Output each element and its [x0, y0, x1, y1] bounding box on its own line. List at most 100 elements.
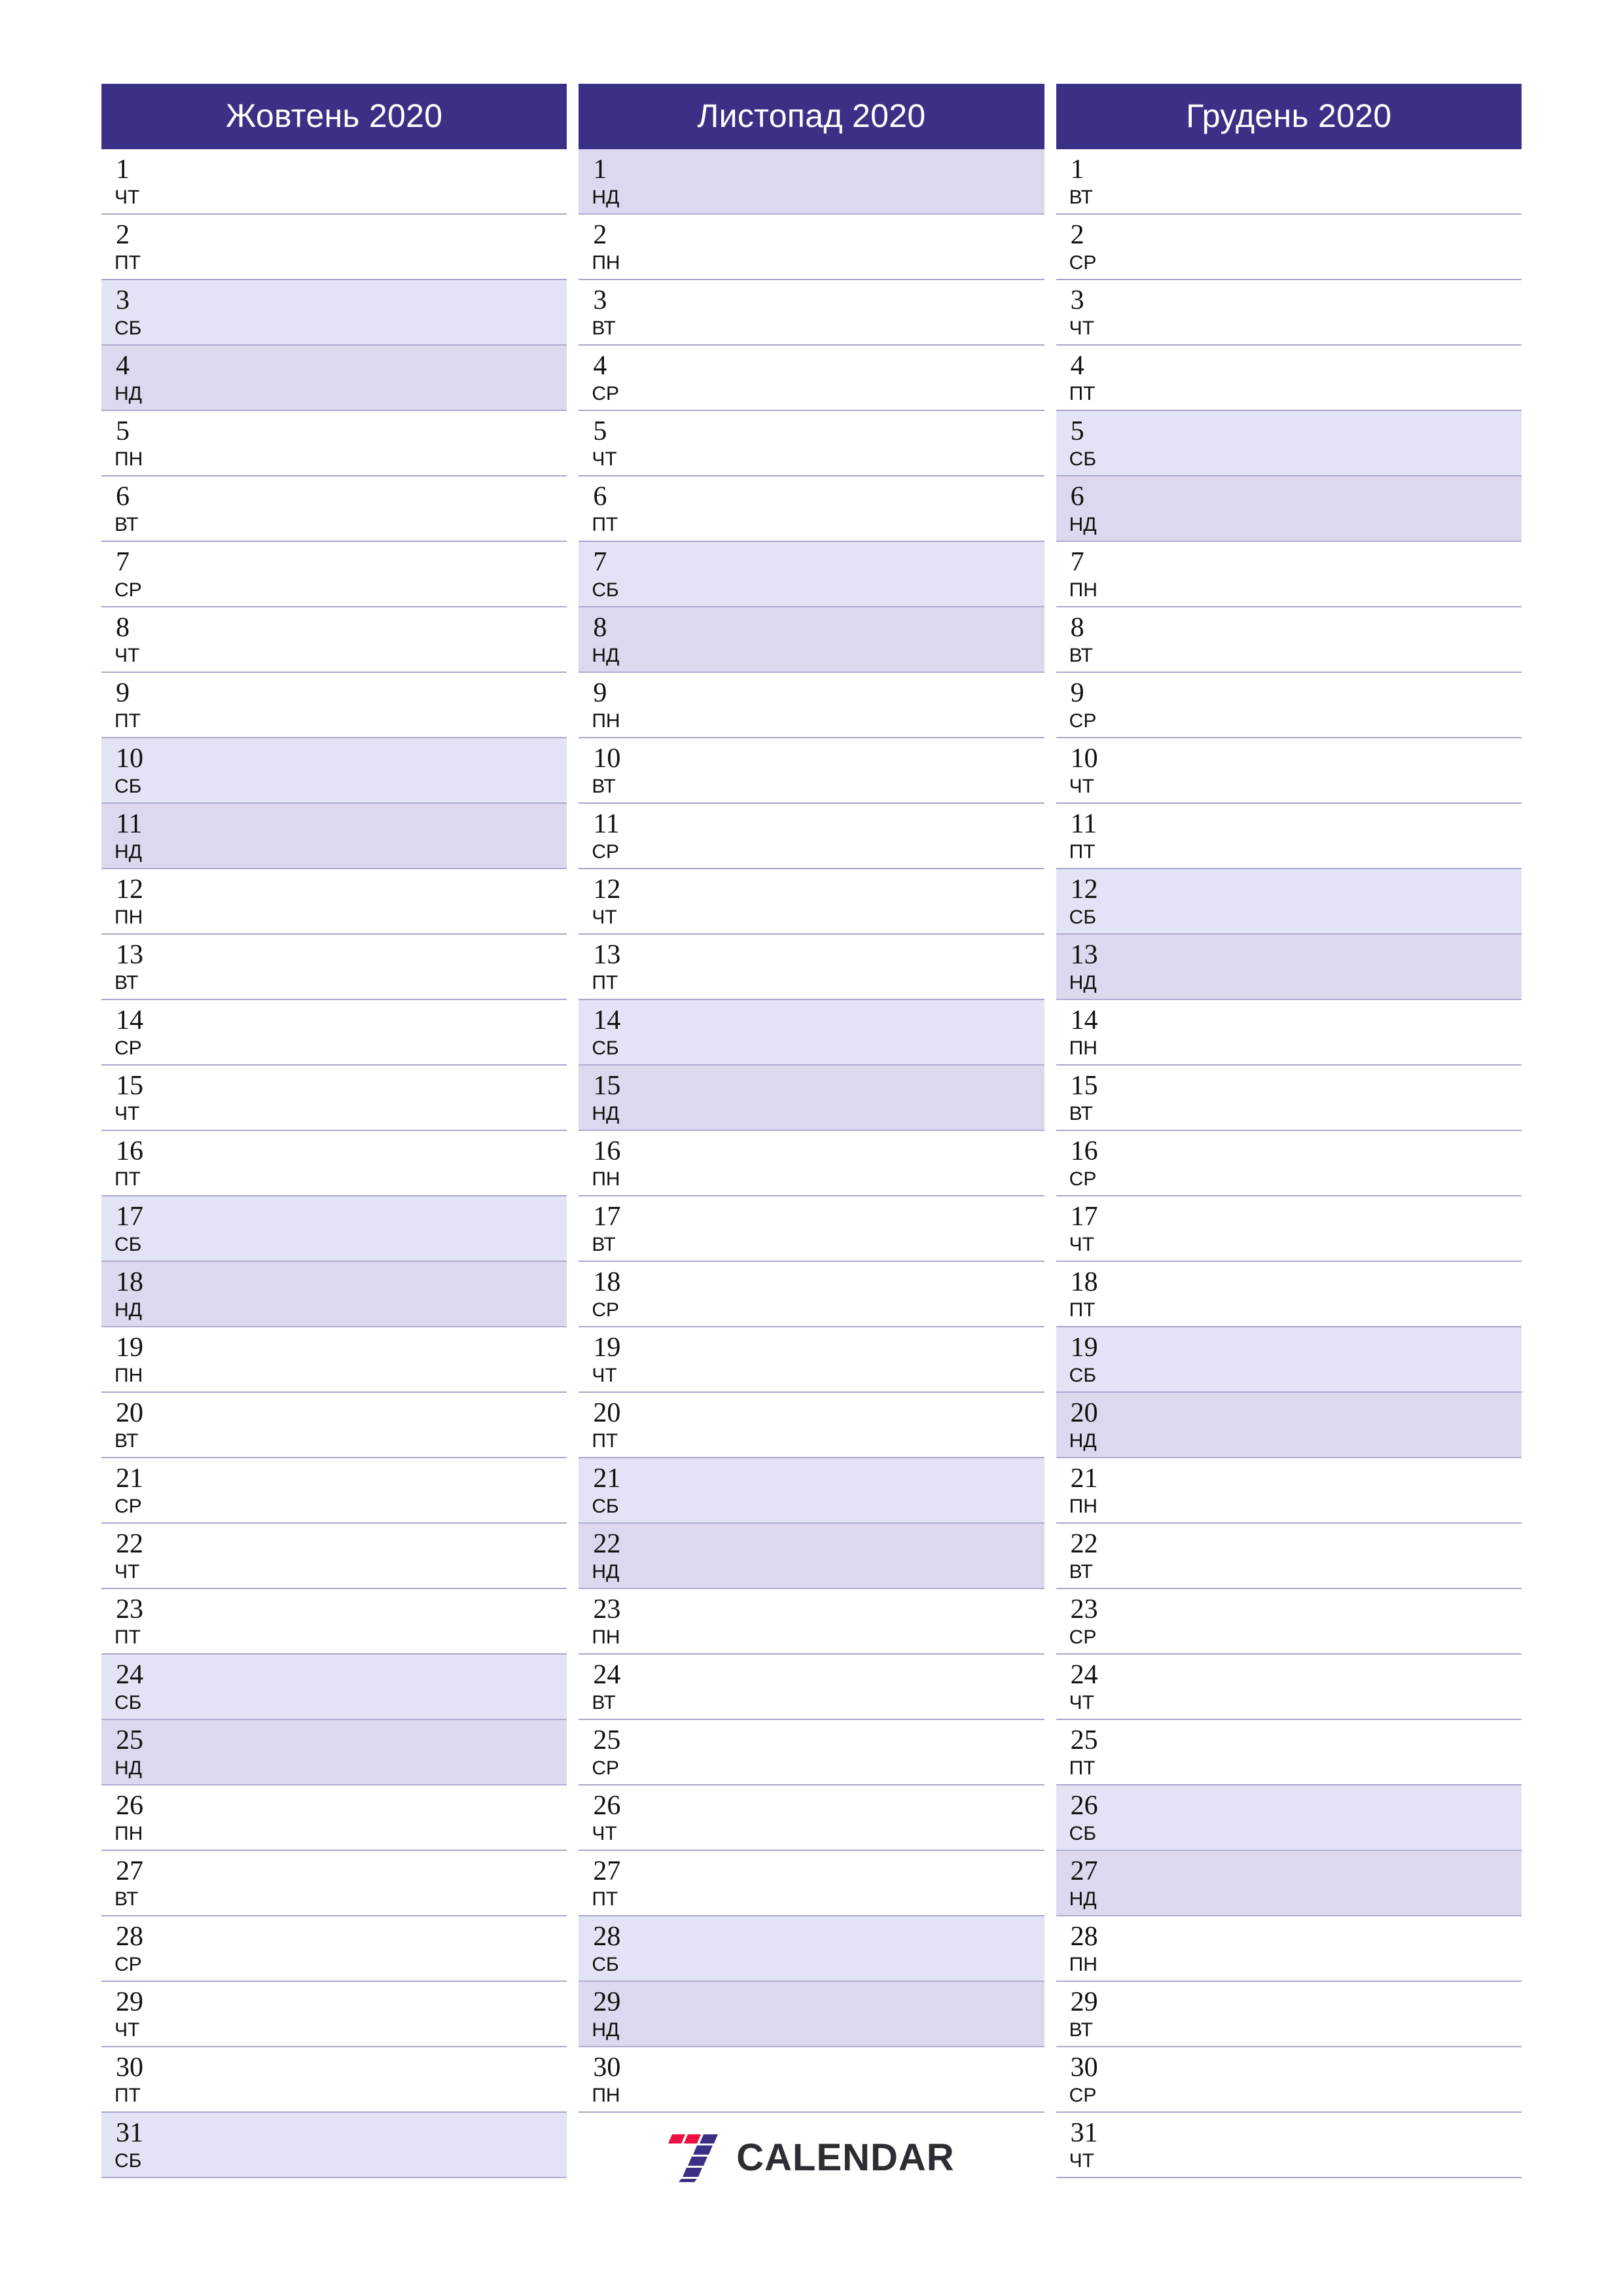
day-row[interactable]: 7 СБ	[579, 542, 1044, 607]
day-row[interactable]: 25 НД	[101, 1720, 567, 1785]
day-row[interactable]: 1 ВТ	[1056, 149, 1522, 215]
day-row[interactable]: 26 ЧТ	[579, 1785, 1044, 1851]
day-row[interactable]: 7 СР	[101, 542, 567, 607]
day-row[interactable]: 25 ПТ	[1056, 1720, 1522, 1785]
day-row[interactable]: 5 ПН	[101, 411, 567, 476]
day-of-week-label: ЧТ	[115, 1103, 140, 1124]
day-row[interactable]: 1 ЧТ	[101, 149, 567, 215]
day-row[interactable]: 6 ВТ	[101, 476, 567, 542]
day-row[interactable]: 28 СР	[101, 1916, 567, 1982]
day-row[interactable]: 27 НД	[1056, 1851, 1522, 1916]
day-row[interactable]: 15 ВТ	[1056, 1066, 1522, 1131]
day-row[interactable]: 23 СР	[1056, 1589, 1522, 1655]
day-row[interactable]: 27 ВТ	[101, 1851, 567, 1916]
day-row[interactable]: 22 ВТ	[1056, 1524, 1522, 1589]
day-row[interactable]: 29 ЧТ	[101, 1982, 567, 2047]
day-row[interactable]: 26 ПН	[101, 1785, 567, 1851]
day-number: 23	[593, 1594, 621, 1624]
day-row[interactable]: 17 ВТ	[579, 1196, 1044, 1262]
day-row[interactable]: 9 СР	[1056, 673, 1522, 738]
day-row[interactable]: 9 ПН	[579, 673, 1044, 738]
day-row[interactable]: 17 СБ	[101, 1196, 567, 1262]
day-row[interactable]: 8 ВТ	[1056, 607, 1522, 673]
day-row[interactable]: 31 СБ	[101, 2113, 567, 2178]
day-number: 5	[116, 416, 130, 446]
day-row[interactable]: 6 ПТ	[579, 476, 1044, 542]
day-number: 6	[116, 482, 130, 512]
day-row[interactable]: 15 ЧТ	[101, 1066, 567, 1131]
day-of-week-label: ВТ	[1069, 2019, 1093, 2041]
day-row[interactable]: 14 СР	[101, 1000, 567, 1066]
day-row[interactable]: 23 ПТ	[101, 1589, 567, 1655]
day-row[interactable]: 19 ПН	[101, 1327, 567, 1393]
day-row[interactable]: 24 СБ	[101, 1655, 567, 1720]
day-row[interactable]: 3 ЧТ	[1056, 280, 1522, 346]
day-row[interactable]: 20 ВТ	[101, 1393, 567, 1458]
day-row[interactable]: 10 ЧТ	[1056, 738, 1522, 804]
day-row[interactable]: 28 СБ	[579, 1916, 1044, 1982]
day-row[interactable]: 26 СБ	[1056, 1785, 1522, 1851]
day-row[interactable]: 12 СБ	[1056, 869, 1522, 935]
day-row[interactable]: 18 ПТ	[1056, 1262, 1522, 1327]
day-row[interactable]: 1 НД	[579, 149, 1044, 215]
day-of-week-label: ПТ	[592, 1430, 618, 1452]
day-row[interactable]: 13 ПТ	[579, 935, 1044, 1000]
day-row[interactable]: 22 ЧТ	[101, 1524, 567, 1589]
day-row[interactable]: 14 ПН	[1056, 1000, 1522, 1066]
day-row[interactable]: 19 ЧТ	[579, 1327, 1044, 1393]
day-row[interactable]: 21 СБ	[579, 1458, 1044, 1524]
day-row[interactable]: 30 СР	[1056, 2047, 1522, 2113]
day-row[interactable]: 13 ВТ	[101, 935, 567, 1000]
day-row[interactable]: 12 ПН	[101, 869, 567, 935]
day-row[interactable]: 6 НД	[1056, 476, 1522, 542]
day-row[interactable]: 5 СБ	[1056, 411, 1522, 476]
day-row[interactable]: 29 ВТ	[1056, 1982, 1522, 2047]
day-row[interactable]: 5 ЧТ	[579, 411, 1044, 476]
day-row[interactable]: 9 ПТ	[101, 673, 567, 738]
day-of-week-label: НД	[592, 2019, 620, 2041]
day-row[interactable]: 25 СР	[579, 1720, 1044, 1785]
day-of-week-label: ПН	[592, 710, 620, 732]
day-row[interactable]: 28 ПН	[1056, 1916, 1522, 1982]
day-row[interactable]: 15 НД	[579, 1066, 1044, 1131]
day-row[interactable]: 24 ЧТ	[1056, 1655, 1522, 1720]
day-row[interactable]: 4 ПТ	[1056, 346, 1522, 411]
day-row[interactable]: 30 ПТ	[101, 2047, 567, 2113]
day-row[interactable]: 29 НД	[579, 1982, 1044, 2047]
day-row[interactable]: 2 ПН	[579, 215, 1044, 280]
day-row[interactable]: 11 НД	[101, 804, 567, 869]
day-row[interactable]: 2 ПТ	[101, 215, 567, 280]
day-row[interactable]: 22 НД	[579, 1524, 1044, 1589]
day-row[interactable]: 20 НД	[1056, 1393, 1522, 1458]
day-row[interactable]: 20 ПТ	[579, 1393, 1044, 1458]
day-row[interactable]: 4 СР	[579, 346, 1044, 411]
day-row[interactable]: 3 СБ	[101, 280, 567, 346]
day-row[interactable]: 18 НД	[101, 1262, 567, 1327]
day-row[interactable]: 16 СР	[1056, 1131, 1522, 1196]
day-row[interactable]: 10 ВТ	[579, 738, 1044, 804]
day-row[interactable]: 18 СР	[579, 1262, 1044, 1327]
day-row[interactable]: 17 ЧТ	[1056, 1196, 1522, 1262]
day-row[interactable]: 4 НД	[101, 346, 567, 411]
day-row[interactable]: 12 ЧТ	[579, 869, 1044, 935]
day-row[interactable]: 21 СР	[101, 1458, 567, 1524]
day-row[interactable]: 31 ЧТ	[1056, 2113, 1522, 2178]
day-row[interactable]: 19 СБ	[1056, 1327, 1522, 1393]
day-row[interactable]: 24 ВТ	[579, 1655, 1044, 1720]
day-row[interactable]: 23 ПН	[579, 1589, 1044, 1655]
day-row[interactable]: 13 НД	[1056, 935, 1522, 1000]
day-row[interactable]: 7 ПН	[1056, 542, 1522, 607]
day-row[interactable]: 8 ЧТ	[101, 607, 567, 673]
day-row[interactable]: 16 ПН	[579, 1131, 1044, 1196]
day-row[interactable]: 21 ПН	[1056, 1458, 1522, 1524]
day-row[interactable]: 10 СБ	[101, 738, 567, 804]
day-row[interactable]: 14 СБ	[579, 1000, 1044, 1066]
day-row[interactable]: 11 ПТ	[1056, 804, 1522, 869]
day-row[interactable]: 27 ПТ	[579, 1851, 1044, 1916]
day-row[interactable]: 11 СР	[579, 804, 1044, 869]
day-row[interactable]: 16 ПТ	[101, 1131, 567, 1196]
day-row[interactable]: 2 СР	[1056, 215, 1522, 280]
day-row[interactable]: 30 ПН	[579, 2047, 1044, 2113]
day-row[interactable]: 8 НД	[579, 607, 1044, 673]
day-row[interactable]: 3 ВТ	[579, 280, 1044, 346]
